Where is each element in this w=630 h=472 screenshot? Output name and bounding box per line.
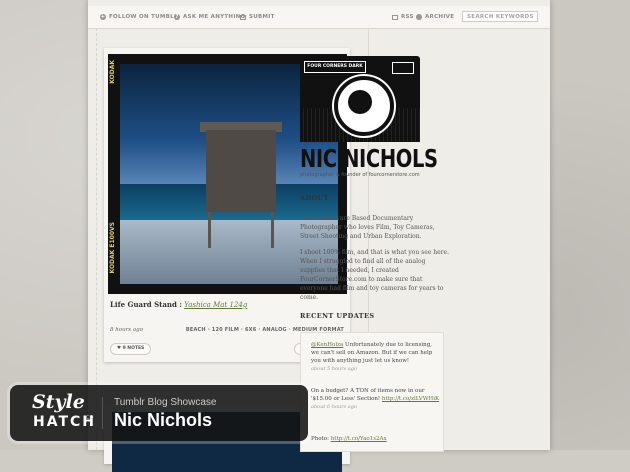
update-link[interactable]: http://t.co/zlLVWHiK bbox=[382, 396, 439, 402]
badge-title: Nic Nichols bbox=[114, 410, 213, 430]
four-corners-dark-logo[interactable]: FOUR CORNERS DARK bbox=[300, 56, 420, 142]
about-paragraph-2: I shoot 100% film, and that is what you … bbox=[300, 249, 450, 301]
search-input[interactable]: SEARCH KEYWORDS bbox=[462, 11, 538, 22]
blog-title: NIC NICHOLS bbox=[300, 144, 438, 173]
recent-updates-heading: RECENT UPDATES bbox=[300, 312, 375, 320]
pencil-icon bbox=[240, 14, 246, 20]
photo-hut-legs bbox=[208, 212, 274, 248]
badge-divider bbox=[102, 397, 103, 429]
about-paragraph-1: I am a Delaware Based Documentary Photog… bbox=[300, 215, 435, 240]
camera-link[interactable]: Yashica Mat 124g bbox=[184, 301, 247, 309]
top-navigation-bar: + FOLLOW ON TUMBLR ? ASK ME ANYTHING SUB… bbox=[88, 6, 550, 29]
showcase-badge: Style HATCH CO Tumblr Blog Showcase Nic … bbox=[10, 385, 308, 441]
update-item: @KenHolza Unfortunately due to licensing… bbox=[311, 342, 433, 372]
style-hatch-logo-co: CO bbox=[86, 415, 94, 421]
update-item: On a budget? A TON of items now in our '… bbox=[311, 388, 440, 410]
archive-link[interactable]: ARCHIVE bbox=[416, 14, 454, 20]
question-icon: ? bbox=[174, 14, 180, 20]
about-text: I am a Delaware Based Documentary Photog… bbox=[300, 214, 452, 309]
follow-link[interactable]: + FOLLOW ON TUMBLR bbox=[100, 14, 179, 20]
about-heading: ABOUT bbox=[300, 194, 329, 202]
submit-link[interactable]: SUBMIT bbox=[240, 14, 275, 20]
update-time: about 6 hours ago bbox=[311, 404, 357, 410]
update-item: Photo: http://t.co/Yao1s2Ax bbox=[311, 436, 387, 442]
film-edge-label-bottom: KODAK E100VS bbox=[109, 222, 116, 274]
post-time[interactable]: 8 hours ago bbox=[110, 327, 143, 333]
logo-header-text: FOUR CORNERS DARK bbox=[304, 61, 366, 73]
badge-subtitle: Tumblr Blog Showcase bbox=[114, 397, 217, 408]
update-link[interactable]: http://t.co/Yao1s2Ax bbox=[331, 436, 387, 442]
update-time: about 5 hours ago bbox=[311, 366, 357, 372]
clock-icon bbox=[416, 14, 422, 20]
rss-link[interactable]: RSS bbox=[392, 14, 414, 20]
notes-button[interactable]: ♥ 9 NOTES bbox=[110, 343, 152, 355]
update-mention-link[interactable]: @KenHolza bbox=[311, 342, 343, 348]
style-hatch-logo-style: Style bbox=[32, 391, 85, 413]
camera-viewfinder-icon bbox=[392, 62, 414, 74]
film-edge-label-top: KODAK bbox=[109, 60, 116, 84]
photo-caption: Life Guard Stand : Yashica Mat 124g bbox=[110, 300, 247, 309]
photo-hut bbox=[206, 130, 276, 212]
recent-updates-box: @KenHolza Unfortunately due to licensing… bbox=[300, 332, 444, 452]
caption-title: Life Guard Stand : bbox=[110, 300, 182, 309]
camera-lens-center bbox=[348, 90, 372, 114]
plus-icon: + bbox=[100, 14, 106, 20]
rss-icon bbox=[392, 14, 398, 20]
blog-tagline: photographer & founder of fourcornerstor… bbox=[300, 172, 420, 178]
ask-link[interactable]: ? ASK ME ANYTHING bbox=[174, 14, 245, 20]
